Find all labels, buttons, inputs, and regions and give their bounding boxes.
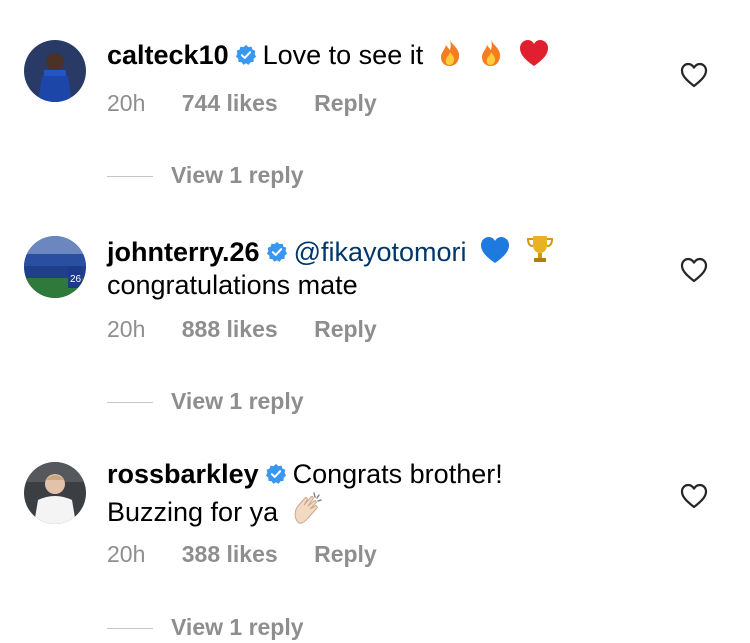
comment-text: congratulations mate — [107, 270, 358, 300]
view-replies-button[interactable]: View 1 reply — [107, 162, 304, 189]
trophy-emoji — [526, 236, 553, 262]
view-replies-label: View 1 reply — [171, 388, 304, 414]
likes-count[interactable]: 744 likes — [182, 90, 278, 116]
verified-badge-icon — [266, 241, 287, 262]
svg-text:26: 26 — [70, 274, 82, 285]
reply-button[interactable]: Reply — [314, 90, 377, 116]
username[interactable]: johnterry.26 — [107, 237, 260, 267]
avatar[interactable]: 26 — [24, 236, 86, 298]
reply-button[interactable]: Reply — [314, 316, 377, 342]
username[interactable]: rossbarkley — [107, 459, 259, 489]
comment-age: 20h — [107, 316, 146, 342]
verified-badge-icon — [235, 44, 256, 65]
username[interactable]: calteck10 — [107, 40, 229, 70]
comment-age: 20h — [107, 541, 146, 567]
comment-text: Congrats brother! — [292, 459, 503, 489]
likes-count[interactable]: 388 likes — [182, 541, 278, 567]
reply-button[interactable]: Reply — [314, 541, 377, 567]
fire-emoji — [440, 40, 459, 66]
mention-link[interactable]: @fikayotomori — [294, 237, 467, 267]
view-replies-label: View 1 reply — [171, 614, 304, 640]
blue-heart-emoji — [481, 237, 510, 263]
comment-text: Buzzing for ya — [107, 497, 279, 527]
like-heart-icon[interactable] — [680, 62, 708, 88]
red-heart-emoji — [519, 40, 548, 66]
like-heart-icon[interactable] — [680, 257, 708, 283]
divider-line — [107, 628, 153, 630]
divider-line — [107, 176, 153, 178]
verified-badge-icon — [265, 463, 286, 484]
fire-emoji — [482, 40, 501, 66]
likes-count[interactable]: 888 likes — [182, 316, 278, 342]
like-heart-icon[interactable] — [680, 483, 708, 509]
view-replies-button[interactable]: View 1 reply — [107, 614, 304, 641]
clapping-hands-emoji — [294, 492, 322, 524]
avatar[interactable] — [24, 462, 86, 524]
comment-age: 20h — [107, 90, 146, 116]
view-replies-button[interactable]: View 1 reply — [107, 388, 304, 415]
avatar[interactable] — [24, 40, 86, 102]
view-replies-label: View 1 reply — [171, 162, 304, 188]
comment-text: Love to see it — [262, 40, 424, 70]
divider-line — [107, 402, 153, 404]
